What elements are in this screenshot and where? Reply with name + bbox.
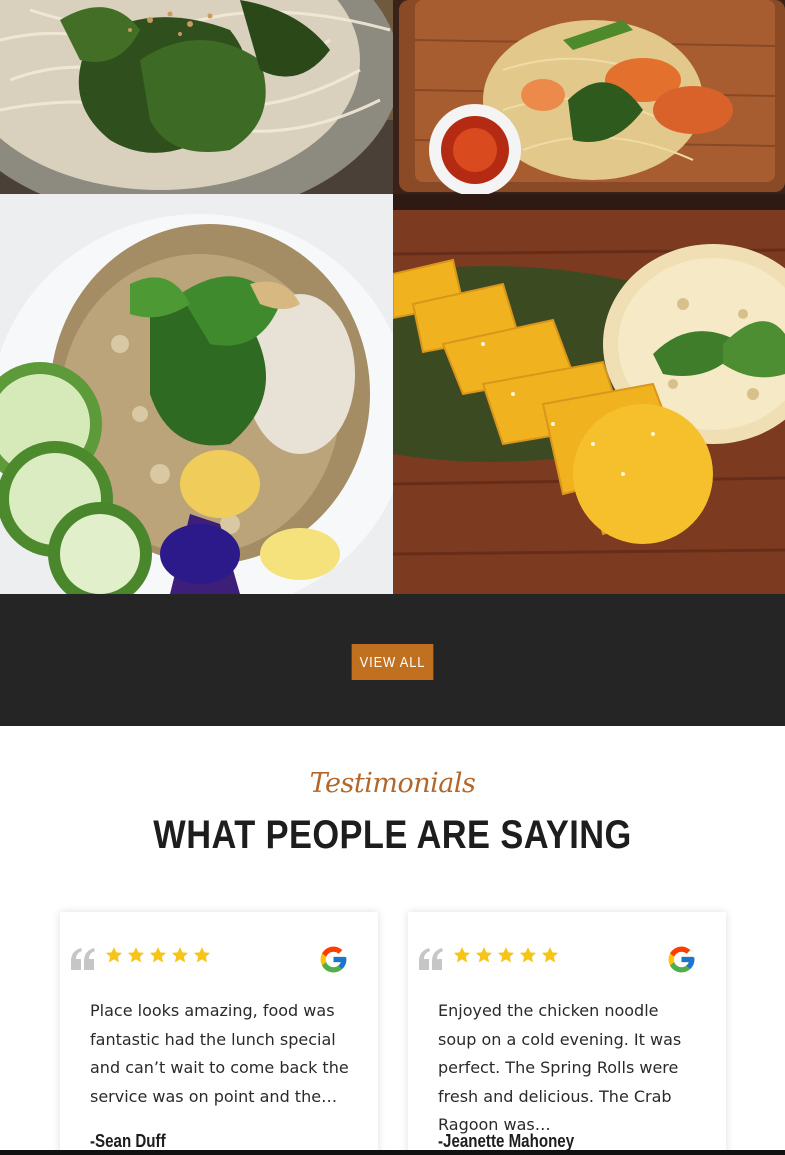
- star-rating: [105, 946, 211, 966]
- review-card: Enjoyed the chicken noodle soup on a col…: [408, 912, 726, 1155]
- review-text: Enjoyed the chicken noodle soup on a col…: [438, 1001, 682, 1134]
- review-author: -Jeanette Mahoney: [438, 1131, 575, 1151]
- star-icon: [475, 947, 493, 963]
- page-bottom-edge: [0, 1150, 785, 1155]
- star-icon: [127, 947, 145, 963]
- quote-icon: [419, 948, 443, 970]
- star-icon: [105, 947, 123, 963]
- review-card: Place looks amazing, food was fantastic …: [60, 912, 378, 1155]
- view-all-button[interactable]: VIEW ALL: [351, 644, 434, 680]
- google-icon[interactable]: [318, 944, 349, 975]
- star-icon: [453, 947, 471, 963]
- mango-sticky-rice-photo[interactable]: [393, 194, 785, 594]
- quote-icon: [71, 948, 95, 970]
- star-icon: [171, 947, 189, 963]
- testimonials-eyebrow: Testimonials: [309, 768, 476, 799]
- star-icon: [541, 947, 559, 963]
- star-icon: [497, 947, 515, 963]
- star-icon: [149, 947, 167, 963]
- food-gallery: [0, 0, 785, 594]
- star-icon: [519, 947, 537, 963]
- review-author: -Sean Duff: [90, 1131, 166, 1151]
- star-icon: [193, 947, 211, 963]
- gallery-footer-band: VIEW ALL: [0, 594, 785, 726]
- google-icon[interactable]: [666, 944, 697, 975]
- noodle-salad-photo[interactable]: [0, 0, 393, 194]
- fried-rice-photo[interactable]: [0, 194, 393, 594]
- star-rating: [453, 946, 559, 966]
- testimonials-heading: WHAT PEOPLE ARE SAYING: [153, 813, 632, 857]
- review-text: Place looks amazing, food was fantastic …: [90, 1001, 349, 1106]
- grilled-shrimp-noodles-photo[interactable]: [393, 0, 785, 194]
